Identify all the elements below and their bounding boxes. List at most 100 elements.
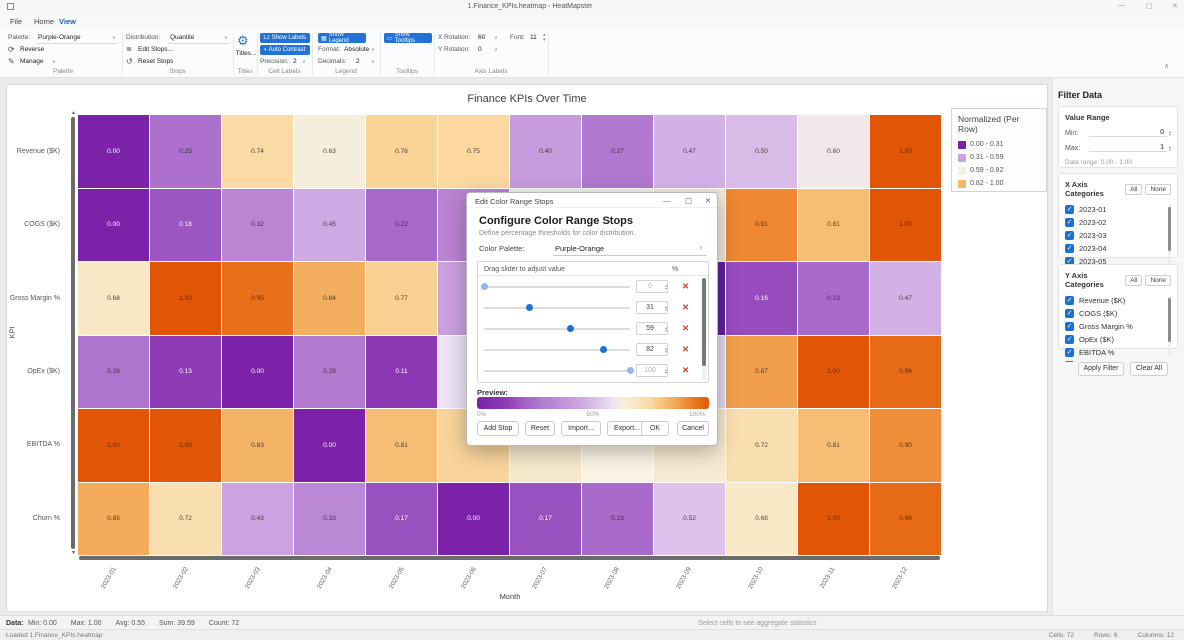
heatmap-cell[interactable]: 0.23 (798, 262, 869, 335)
heatmap-cell[interactable]: 0.00 (78, 115, 149, 188)
heatmap-cell[interactable]: 0.13 (150, 336, 221, 409)
import-button[interactable]: Import... (561, 421, 601, 436)
slider-handle[interactable] (627, 367, 634, 374)
stop-value-input[interactable]: 82▴▾ (636, 343, 668, 356)
tab-home[interactable]: Home (34, 17, 54, 26)
distribution-dropdown[interactable]: Quantile (170, 34, 194, 41)
stop-value-spinner[interactable]: ▴▾ (665, 347, 667, 353)
heatmap-cell[interactable]: 0.95 (222, 262, 293, 335)
scroll-down-icon[interactable]: ▼ (71, 550, 76, 556)
clear-all-button[interactable]: Clear All (1130, 362, 1168, 376)
heatmap-cell[interactable]: 0.72 (150, 483, 221, 556)
checkbox-checked[interactable]: ✓ (1065, 296, 1074, 305)
heatmap-cell[interactable]: 0.33 (294, 483, 365, 556)
heatmap-cell[interactable]: 1.00 (78, 409, 149, 482)
stop-value-input[interactable]: 59▴▾ (636, 322, 668, 335)
chevron-down-icon[interactable]: ∨ (371, 59, 375, 65)
manage-button[interactable]: Manage (20, 58, 44, 65)
heatmap-cell[interactable]: 1.00 (150, 262, 221, 335)
heatmap-cell[interactable]: 0.18 (150, 189, 221, 262)
checkbox-checked[interactable]: ✓ (1065, 205, 1074, 214)
collapse-ribbon-icon[interactable]: ∧ (1164, 62, 1169, 70)
show-labels-toggle[interactable]: 12Show Labels (260, 33, 310, 43)
gear-icon[interactable]: ⚙ (237, 33, 249, 49)
x-all-button[interactable]: All (1125, 184, 1142, 195)
stop-value-spinner[interactable]: ▴▾ (665, 284, 667, 290)
delete-stop-icon[interactable]: ✕ (682, 344, 689, 355)
precision-dropdown[interactable]: 2 (293, 58, 297, 65)
chevron-down-icon[interactable]: ∨ (52, 59, 56, 65)
heatmap-cell[interactable]: 0.45 (294, 189, 365, 262)
stop-value-input[interactable]: 100▴▾ (636, 364, 668, 377)
reset-stops-button[interactable]: Reset Stops (138, 58, 173, 65)
heatmap-cell[interactable]: 0.22 (366, 189, 437, 262)
stop-value-spinner[interactable]: ▴▾ (665, 305, 667, 311)
checkbox-checked[interactable]: ✓ (1065, 322, 1074, 331)
delete-stop-icon[interactable]: ✕ (682, 302, 689, 313)
checkbox-checked[interactable]: ✓ (1065, 218, 1074, 227)
vertical-scrollbar[interactable] (71, 117, 75, 549)
heatmap-cell[interactable]: 0.26 (78, 336, 149, 409)
slider-handle[interactable] (600, 346, 607, 353)
y-none-button[interactable]: None (1145, 275, 1171, 286)
edit-stops-button[interactable]: Edit Stops... (138, 46, 173, 53)
heatmap-cell[interactable]: 0.43 (222, 483, 293, 556)
heatmap-cell[interactable]: 0.74 (222, 115, 293, 188)
format-dropdown[interactable]: Absolute (344, 46, 369, 53)
chevron-down-icon[interactable]: ∨ (494, 35, 498, 41)
heatmap-cell[interactable]: 0.40 (510, 115, 581, 188)
chevron-down-icon[interactable]: ∨ (494, 47, 498, 53)
decimals-dropdown[interactable]: 2 (356, 58, 360, 65)
heatmap-cell[interactable]: 1.00 (798, 336, 869, 409)
heatmap-cell[interactable]: 0.87 (726, 336, 797, 409)
heatmap-cell[interactable]: 0.00 (438, 483, 509, 556)
dialog-close-icon[interactable]: ✕ (705, 196, 711, 205)
heatmap-cell[interactable]: 0.27 (582, 115, 653, 188)
delete-stop-icon[interactable]: ✕ (682, 323, 689, 334)
heatmap-cell[interactable]: 0.96 (870, 483, 941, 556)
y-all-button[interactable]: All (1125, 275, 1142, 286)
maximize-icon[interactable]: ▢ (1146, 2, 1153, 10)
slider-track[interactable] (484, 349, 630, 351)
tab-view[interactable]: View (59, 17, 76, 26)
checkbox-checked[interactable]: ✓ (1065, 244, 1074, 253)
heatmap-cell[interactable]: 0.91 (726, 189, 797, 262)
heatmap-cell[interactable]: 0.50 (726, 115, 797, 188)
heatmap-cell[interactable]: 0.68 (78, 262, 149, 335)
heatmap-cell[interactable]: 0.52 (654, 483, 725, 556)
heatmap-cell[interactable]: 1.00 (870, 189, 941, 262)
heatmap-cell[interactable]: 0.16 (726, 262, 797, 335)
max-input[interactable]: 1 (1089, 144, 1167, 152)
delete-stop-icon[interactable]: ✕ (682, 281, 689, 292)
stop-value-spinner[interactable]: ▴▾ (665, 326, 667, 332)
checkbox-checked[interactable]: ✓ (1065, 348, 1074, 357)
titles-button[interactable]: Titles... (233, 50, 259, 57)
chevron-down-icon[interactable]: ∨ (302, 59, 306, 65)
heatmap-cell[interactable]: 0.00 (294, 409, 365, 482)
list-scrollbar[interactable] (1168, 296, 1171, 356)
stop-value-input[interactable]: 31▴▾ (636, 301, 668, 314)
show-tooltips-toggle[interactable]: ▭Show Tooltips (384, 33, 432, 43)
heatmap-cell[interactable]: 1.00 (150, 409, 221, 482)
chevron-down-icon[interactable]: ∨ (224, 35, 228, 41)
auto-contrast-toggle[interactable]: ◑Auto Contrast (260, 45, 310, 55)
x-rotation-dropdown[interactable]: 60 (478, 34, 485, 41)
heatmap-cell[interactable]: 0.76 (366, 115, 437, 188)
scroll-up-icon[interactable]: ▲ (71, 110, 76, 116)
show-legend-toggle[interactable]: ▦Show Legend (318, 33, 366, 43)
heatmap-cell[interactable]: 0.60 (798, 115, 869, 188)
heatmap-cell[interactable]: 0.81 (798, 409, 869, 482)
font-size-stepper[interactable]: 11 (530, 34, 537, 41)
heatmap-cell[interactable]: 0.63 (294, 115, 365, 188)
heatmap-cell[interactable]: 0.96 (870, 336, 941, 409)
heatmap-cell[interactable]: 0.84 (294, 262, 365, 335)
heatmap-cell[interactable]: 0.75 (438, 115, 509, 188)
heatmap-cell[interactable]: 0.32 (222, 189, 293, 262)
slider-track[interactable] (484, 307, 630, 309)
heatmap-cell[interactable]: 0.90 (870, 409, 941, 482)
heatmap-cell[interactable]: 0.81 (798, 189, 869, 262)
heatmap-cell[interactable]: 0.00 (78, 189, 149, 262)
checkbox-checked[interactable]: ✓ (1065, 231, 1074, 240)
slider-track[interactable] (484, 328, 630, 330)
heatmap-cell[interactable]: 0.25 (150, 115, 221, 188)
